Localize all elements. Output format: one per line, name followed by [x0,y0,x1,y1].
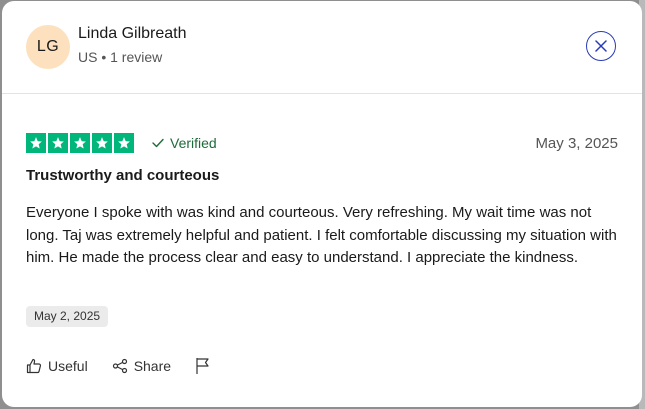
useful-label: Useful [48,358,88,374]
share-icon [112,358,127,374]
modal-header: LG Linda Gilbreath US • 1 review [2,1,642,94]
review-actions: Useful Share [26,357,211,375]
review-title: Trustworthy and courteous [26,167,220,184]
verified-badge[interactable]: Verified [152,135,217,151]
review-body: Everyone I spoke with was kind and court… [26,204,617,266]
star-icon [48,133,68,153]
review-modal: LG Linda Gilbreath US • 1 review Verifie… [2,1,642,407]
star-rating [26,133,134,153]
star-icon [70,133,90,153]
share-button[interactable]: Share [112,358,171,374]
verified-label: Verified [170,135,217,151]
close-icon [595,40,607,52]
reviewer-meta: US • 1 review [78,49,163,65]
reviewer-name[interactable]: Linda Gilbreath [78,25,187,43]
thumbs-up-icon [26,358,42,374]
avatar: LG [26,25,70,69]
review-date: May 3, 2025 [535,135,618,152]
share-label: Share [133,358,172,374]
star-icon [114,133,134,153]
check-icon [152,138,164,148]
star-icon [26,133,46,153]
useful-button[interactable]: Useful [26,358,88,374]
experience-date-badge: May 2, 2025 [26,306,109,327]
close-button[interactable] [586,31,616,61]
report-button[interactable] [195,357,211,375]
flag-icon [196,358,209,374]
star-icon [92,133,112,153]
